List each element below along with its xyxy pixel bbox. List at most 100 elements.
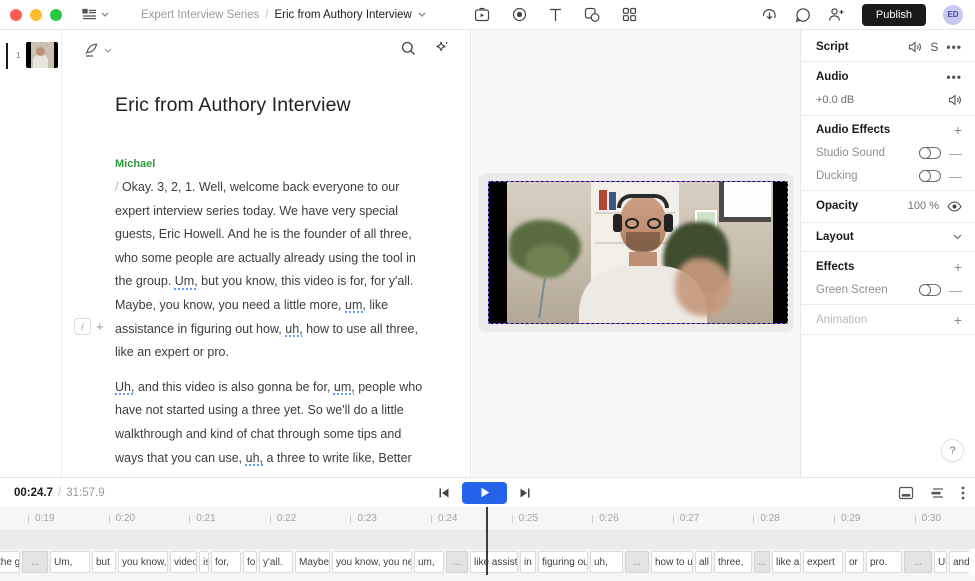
transcript-segment[interactable]: walkthrough and kind of chat through som… (115, 427, 401, 441)
word-block[interactable]: video (170, 551, 197, 573)
word-block[interactable]: for, (211, 551, 241, 573)
filler-word[interactable]: Um, (175, 274, 198, 288)
add-effect-icon[interactable]: + (954, 259, 962, 275)
word-block[interactable]: y'all. (259, 551, 293, 573)
word-block[interactable]: three, (714, 551, 752, 573)
word-block[interactable]: figuring out h (538, 551, 588, 573)
transcript-segment[interactable]: but you know, this video is for, for y'a… (198, 274, 414, 288)
add-block-button[interactable]: + (96, 320, 104, 333)
filler-word[interactable]: um, (334, 380, 355, 394)
transcript-segment[interactable]: expert interview series today. We have v… (115, 204, 398, 218)
filler-word[interactable]: uh, (285, 322, 302, 336)
word-block[interactable]: uh, (590, 551, 623, 573)
remove-green-screen-icon[interactable]: — (949, 283, 962, 298)
collapsed-filler-block[interactable]: ... (625, 551, 649, 573)
word-block[interactable]: like assistance (470, 551, 518, 573)
add-animation-icon[interactable]: + (954, 312, 962, 328)
transcript-segment[interactable]: a three to write like, Better (263, 451, 412, 465)
transcript-segment[interactable]: people who (355, 380, 422, 394)
transcript-paragraph[interactable]: Uh, and this video is also gonna be for,… (115, 376, 435, 470)
chevron-down-icon[interactable] (101, 12, 109, 17)
transcript-line[interactable]: guests, Eric Howell. And he is the found… (115, 223, 435, 247)
transcript-line[interactable]: have not started using a three yet. So w… (115, 399, 435, 423)
script-sync-icon[interactable]: S (930, 40, 938, 54)
transcript-line[interactable]: / Okay. 3, 2, 1. Well, welcome back ever… (115, 176, 435, 200)
transcript-segment[interactable]: guests, Eric Howell. And he is the found… (115, 227, 412, 241)
filler-word[interactable]: uh, (246, 451, 263, 465)
transcript-line[interactable]: Maybe, you know, you need a little more,… (115, 294, 435, 318)
word-block[interactable]: is (199, 551, 209, 573)
add-audio-effect-icon[interactable]: + (954, 122, 962, 138)
collapsed-filler-block[interactable]: ... (904, 551, 932, 573)
layout-templates-icon[interactable] (622, 7, 637, 22)
timeline-more-menu-icon[interactable] (961, 486, 965, 500)
video-layer-selected[interactable] (488, 181, 788, 324)
word-block[interactable]: you know, th (118, 551, 168, 573)
minimize-window-button[interactable] (30, 9, 42, 21)
ai-actions-icon[interactable] (434, 40, 450, 56)
word-block[interactable]: like a (772, 551, 801, 573)
record-icon[interactable] (512, 7, 527, 22)
transcript-segment[interactable]: like an expert or pro. (115, 345, 229, 359)
play-button[interactable] (462, 482, 507, 504)
user-avatar[interactable]: ED (943, 5, 963, 25)
shapes-tool-icon[interactable] (584, 7, 600, 22)
text-tool-icon[interactable] (549, 8, 562, 22)
word-block[interactable]: and this v (949, 551, 969, 573)
visibility-eye-icon[interactable] (947, 201, 962, 212)
zoom-window-button[interactable] (50, 9, 62, 21)
transcript-line[interactable]: Uh, and this video is also gonna be for,… (115, 376, 435, 400)
green-screen-toggle[interactable] (919, 284, 941, 296)
transcript-line[interactable]: like an expert or pro. (115, 341, 435, 365)
slash-command-button[interactable]: / (74, 318, 91, 335)
opacity-value[interactable]: 100 % (908, 200, 939, 212)
playhead[interactable] (486, 507, 488, 575)
speaker-volume-icon[interactable] (948, 94, 962, 106)
transcript-segment[interactable]: Okay. 3, 2, 1. Well, welcome back everyo… (122, 180, 399, 194)
scene-thumbnail[interactable] (26, 42, 58, 68)
skip-forward-icon[interactable] (519, 487, 531, 499)
document-title[interactable]: Eric from Authory Interview (115, 94, 351, 117)
close-window-button[interactable] (10, 9, 22, 21)
remove-ducking-icon[interactable]: — (949, 169, 962, 184)
media-capture-icon[interactable] (474, 7, 490, 22)
filler-word[interactable]: Uh, (115, 380, 134, 394)
transcript-segment[interactable]: like (366, 298, 388, 312)
word-block[interactable]: but (92, 551, 116, 573)
invite-person-icon[interactable] (828, 7, 845, 22)
word-block[interactable]: Uh (934, 551, 947, 573)
script-more-icon[interactable]: ••• (946, 40, 962, 54)
track-height-icon[interactable] (930, 487, 945, 499)
transcript-segment[interactable]: and this video is also gonna be for, (134, 380, 333, 394)
remove-studio-sound-icon[interactable]: — (949, 146, 962, 161)
speaker-gap-marker[interactable]: / (115, 180, 122, 194)
word-block[interactable]: um, (414, 551, 444, 573)
audio-gain-value[interactable]: +0.0 dB (816, 94, 854, 106)
collapsed-filler-block[interactable]: ... (446, 551, 468, 573)
word-block[interactable]: how to use (651, 551, 693, 573)
breadcrumb-document[interactable]: Eric from Authory Interview (274, 9, 411, 21)
transcript-segment[interactable]: the group. (115, 274, 175, 288)
transcript-segment[interactable]: have not started using a three yet. So w… (115, 403, 404, 417)
word-block[interactable]: all (695, 551, 712, 573)
word-block[interactable]: in (520, 551, 536, 573)
word-block[interactable]: you know, you need a l (332, 551, 412, 573)
comments-icon[interactable] (795, 7, 811, 23)
filler-word[interactable]: um, (345, 298, 366, 312)
transcript-segment[interactable]: how to use all three, (303, 322, 418, 336)
transcript-segment[interactable]: assistance in figuring out how, (115, 322, 285, 336)
studio-sound-toggle[interactable] (919, 147, 941, 159)
chevron-down-icon[interactable] (418, 12, 426, 17)
transcript-line[interactable]: assistance in figuring out how, uh, how … (115, 318, 435, 342)
publish-button[interactable]: Publish (862, 4, 926, 26)
audio-more-icon[interactable]: ••• (946, 70, 962, 84)
scene-item-1[interactable]: 1 (0, 42, 62, 70)
breadcrumb-project[interactable]: Expert Interview Series (141, 9, 259, 21)
write-mode-icon[interactable] (84, 42, 100, 58)
transcript-line[interactable]: expert interview series today. We have v… (115, 200, 435, 224)
transcript-line[interactable]: the group. Um, but you know, this video … (115, 270, 435, 294)
word-block[interactable]: or (845, 551, 864, 573)
transcript-segment[interactable]: ways that you can use, (115, 451, 246, 465)
transcript-text[interactable]: / Okay. 3, 2, 1. Well, welcome back ever… (115, 176, 435, 477)
project-sidebar-icon[interactable] (82, 8, 97, 21)
